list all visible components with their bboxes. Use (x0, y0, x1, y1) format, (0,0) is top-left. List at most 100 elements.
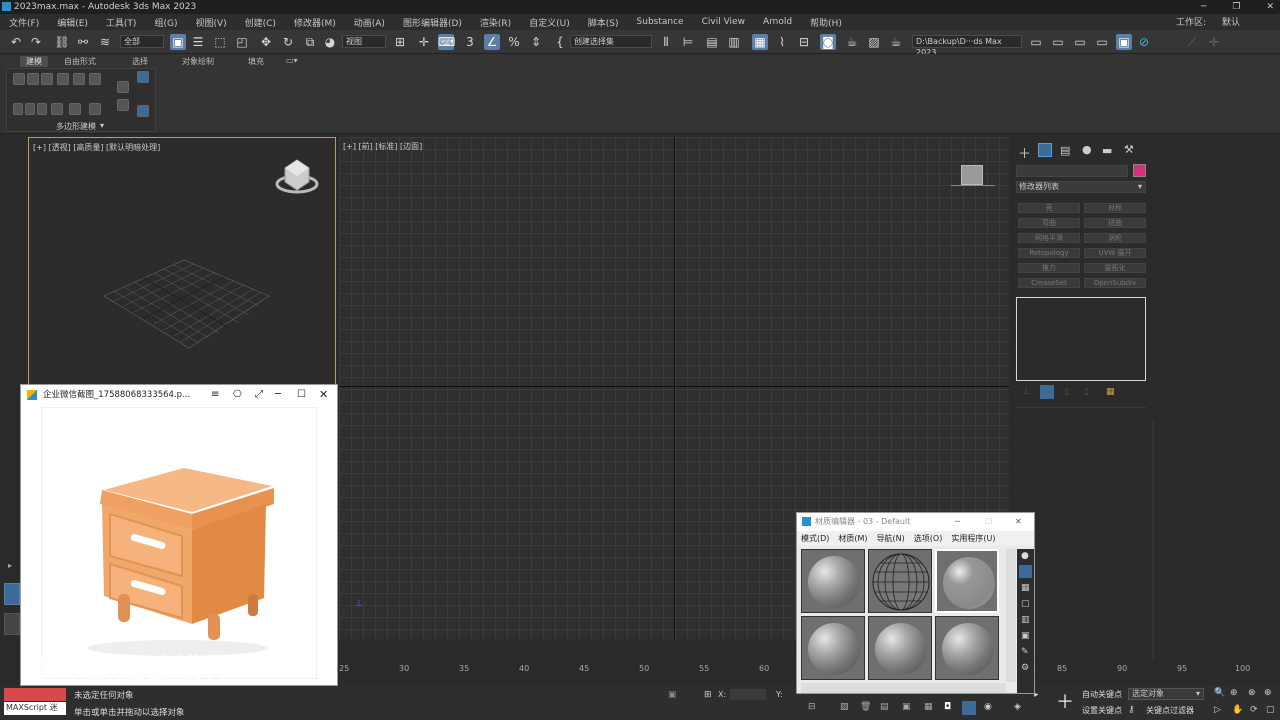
modifier-button-relax[interactable]: 拔拓化 (1084, 263, 1146, 273)
menu-substance[interactable]: Substance (628, 17, 693, 27)
hierarchy-tab-icon[interactable]: ▤ (1060, 144, 1070, 157)
explorer-icon[interactable]: ▭ (1094, 34, 1110, 50)
rb-icon-14[interactable] (89, 103, 101, 115)
configure-modifier-sets-icon[interactable]: ▦ (1106, 387, 1115, 397)
workspace-dropdown[interactable]: 默认 (1222, 15, 1240, 28)
slot-scrollbar-vertical[interactable] (1006, 549, 1016, 682)
set-key-button[interactable]: 设置关键点 (1082, 705, 1122, 716)
material-slot-5[interactable] (868, 616, 932, 680)
modifier-button-shell[interactable]: 壳 (1018, 203, 1080, 213)
keyboard-shortcut-icon[interactable]: ⌨ (438, 34, 455, 50)
menu-animation[interactable]: 动画(A) (345, 16, 394, 29)
align-icon[interactable]: ⊨ (680, 34, 696, 50)
rotate-icon[interactable]: ↻ (280, 34, 296, 50)
window-crossing-icon[interactable]: ◰ (234, 34, 250, 50)
open-folder-icon[interactable]: ▭ (1050, 34, 1066, 50)
tab-modeling[interactable]: 建模 (20, 56, 48, 67)
maxscript-input[interactable]: MAXScript 迷 (4, 702, 66, 715)
viewcube-front-icon[interactable] (961, 165, 983, 185)
rb-icon-10[interactable] (25, 103, 35, 115)
select-manipulate-icon[interactable]: ✛ (416, 34, 432, 50)
sample-type-icon[interactable]: ● (1021, 551, 1029, 561)
front-viewport-label[interactable]: [+] [前] [标准] [边面] (343, 141, 422, 152)
select-by-name-icon[interactable]: ☰ (190, 34, 206, 50)
menu-views[interactable]: 视图(V) (186, 16, 235, 29)
modifier-button-opensubdiv[interactable]: OpenSubdiv (1084, 278, 1146, 288)
disabled-tool-icon-2[interactable]: ✛ (1206, 34, 1222, 50)
angle-snap-icon[interactable]: ∠ (484, 34, 500, 50)
mat-menu-utilities[interactable]: 实用程序(U) (951, 531, 995, 546)
rb-icon-13[interactable] (69, 103, 81, 115)
menu-customize[interactable]: 自定义(U) (520, 16, 579, 29)
rb-icon-8[interactable] (117, 99, 129, 111)
maximize-icon[interactable]: ☐ (297, 385, 306, 405)
menu-edit[interactable]: 编辑(E) (48, 16, 97, 29)
minimize-icon[interactable]: ─ (275, 385, 281, 405)
selection-lock-icon[interactable]: ⊞ (704, 690, 712, 700)
perspective-viewport[interactable]: [+] [透视] [高质量] [默认明暗处理] (28, 137, 336, 387)
maximize-icon[interactable]: ☐ (985, 513, 992, 531)
remove-modifier-icon[interactable]: ▯ (1084, 387, 1089, 397)
material-editor-icon[interactable]: ◙ (820, 34, 836, 50)
rb-icon-4[interactable] (57, 73, 69, 85)
modifier-button-creaseset[interactable]: CreaseSet (1018, 278, 1080, 288)
curve-editor-icon[interactable]: ⌇ (774, 34, 790, 50)
move-icon[interactable]: ✥ (258, 34, 274, 50)
tab-freeform[interactable]: 自由形式 (64, 56, 96, 67)
object-color-swatch[interactable] (1133, 164, 1146, 177)
menu-scripting[interactable]: 脚本(S) (579, 16, 628, 29)
close-icon[interactable]: ✕ (319, 385, 328, 405)
menu-tools[interactable]: 工具(T) (97, 16, 146, 29)
video-color-check-icon[interactable]: ▥ (1021, 615, 1030, 625)
toolbar-settings-icon[interactable]: ▣ (1116, 34, 1132, 50)
status-tool-icon-4[interactable]: ▣ (902, 702, 911, 712)
mat-menu-material[interactable]: 材质(M) (838, 531, 867, 546)
uv-tiling-icon[interactable]: ▢ (1021, 599, 1030, 609)
tab-selection[interactable]: 选择 (132, 56, 148, 67)
tab-object-paint[interactable]: 对象绘制 (182, 56, 214, 67)
slot-scrollbar-horizontal[interactable] (801, 683, 1006, 693)
field-of-view-icon[interactable]: ▷ (1214, 705, 1221, 715)
pin-stack-icon[interactable]: ⊥ (1022, 387, 1030, 397)
show-end-result-icon[interactable] (1040, 385, 1054, 399)
layer-explorer-icon[interactable]: ▥ (726, 34, 742, 50)
image-viewer-window[interactable]: 企业微信截图_17588068333564.p... ≡ ⎔ ⤢ ─ ☐ ✕ (20, 384, 338, 686)
status-tool-icon-1[interactable]: ⊟ (808, 702, 816, 712)
modifier-button-symmetry[interactable]: 对称 (1084, 203, 1146, 213)
viewport-layout-icon-2[interactable] (4, 613, 20, 635)
set-key-plus-icon[interactable]: ＋ (1056, 688, 1074, 714)
background-icon[interactable]: ▦ (1021, 583, 1030, 593)
modify-tab-icon[interactable] (1038, 143, 1052, 157)
project-folder-icon[interactable]: ▭ (1028, 34, 1044, 50)
bind-spacewarp-icon[interactable]: ≋ (97, 34, 113, 50)
material-editor-window[interactable]: 材质编辑器 - 03 - Default ─ ☐ ✕ 模式(D) 材质(M) 导… (796, 512, 1035, 694)
tab-populate[interactable]: 填充 (248, 56, 264, 67)
panel-scrollbar[interactable] (1152, 421, 1154, 661)
menu-create[interactable]: 创建(C) (236, 16, 285, 29)
key-mode-dropdown[interactable]: 选定对象 ▾ (1128, 688, 1204, 700)
status-tool-icon-9[interactable]: ◈ (1014, 702, 1021, 712)
menu-modifiers[interactable]: 修改器(M) (285, 16, 345, 29)
modifier-list-dropdown[interactable]: 修改器列表 ▾ (1016, 181, 1146, 193)
menu-civil-view[interactable]: Civil View (693, 17, 754, 27)
trash-icon[interactable]: 🗑 (860, 702, 871, 712)
menu-rendering[interactable]: 渲染(R) (471, 16, 520, 29)
edit-named-sets-icon[interactable]: { (552, 34, 568, 50)
modifier-button-retopology[interactable]: Retopology (1018, 248, 1080, 258)
schematic-view-icon[interactable]: ⊟ (796, 34, 812, 50)
modifier-stack[interactable] (1016, 297, 1146, 381)
selection-filter-dropdown[interactable]: 全部 (120, 35, 164, 48)
link-icon[interactable]: ⛓ (54, 34, 70, 50)
key-filter-icon[interactable]: ⚷ (1128, 705, 1135, 715)
rb-icon-3[interactable] (41, 73, 53, 85)
menu-graph-editors[interactable]: 图形编辑器(D) (394, 16, 471, 29)
save-icon[interactable]: ▭ (1072, 34, 1088, 50)
mat-menu-modes[interactable]: 模式(D) (801, 531, 829, 546)
select-object-icon[interactable]: ▣ (170, 34, 186, 50)
menu-arnold[interactable]: Arnold (754, 17, 801, 27)
isolate-icon[interactable]: ▣ (668, 690, 677, 700)
make-preview-icon[interactable]: ▣ (1021, 631, 1030, 641)
rb-icon-12[interactable] (51, 103, 63, 115)
menu-group[interactable]: 组(G) (145, 16, 186, 29)
restore-icon[interactable]: ❐ (1232, 0, 1240, 14)
